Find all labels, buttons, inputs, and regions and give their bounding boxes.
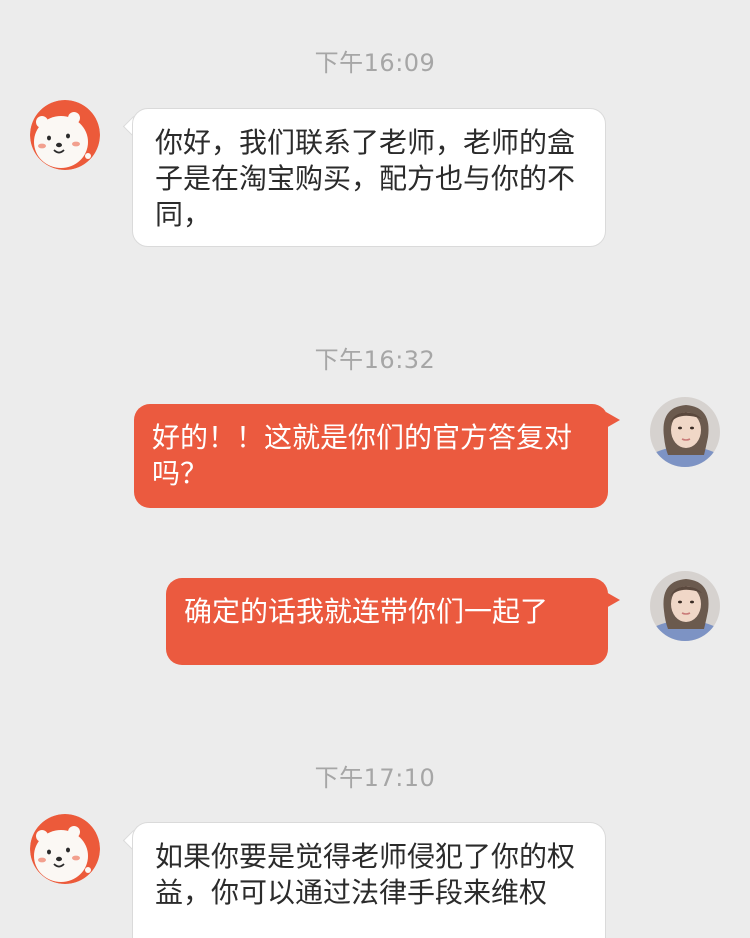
bear-avatar-icon	[30, 814, 100, 884]
chat-window[interactable]: 下午16:09 你好，我们联系了老师，老师的盒子是在淘宝购买，配方也与你的不同，…	[0, 0, 750, 938]
user-avatar[interactable]	[650, 397, 720, 467]
bubble-tail	[606, 412, 620, 428]
message-bubble-incoming[interactable]: 如果你要是觉得老师侵犯了你的权益，你可以通过法律手段来维权	[132, 822, 606, 938]
user-avatar-photo	[650, 571, 720, 641]
timestamp: 下午17:10	[314, 764, 436, 792]
message-text: 你好，我们联系了老师，老师的盒子是在淘宝购买，配方也与你的不同，	[155, 126, 576, 231]
timestamp: 下午16:09	[314, 49, 436, 77]
message-text: 好的！！这就是你们的官方答复对吗？	[152, 421, 573, 490]
user-avatar[interactable]	[650, 571, 720, 641]
message-bubble-outgoing[interactable]: 确定的话我就连带你们一起了	[166, 578, 608, 665]
merchant-avatar[interactable]	[30, 100, 100, 170]
message-text: 如果你要是觉得老师侵犯了你的权益，你可以通过法律手段来维权	[155, 840, 576, 909]
timestamp: 下午16:32	[314, 346, 436, 374]
bubble-tail	[606, 592, 620, 608]
message-bubble-outgoing[interactable]: 好的！！这就是你们的官方答复对吗？	[134, 404, 608, 508]
message-bubble-incoming[interactable]: 你好，我们联系了老师，老师的盒子是在淘宝购买，配方也与你的不同，	[132, 108, 606, 247]
merchant-avatar[interactable]	[30, 814, 100, 884]
message-text: 确定的话我就连带你们一起了	[184, 595, 549, 628]
user-avatar-photo	[650, 397, 720, 467]
bear-avatar-icon	[30, 100, 100, 170]
